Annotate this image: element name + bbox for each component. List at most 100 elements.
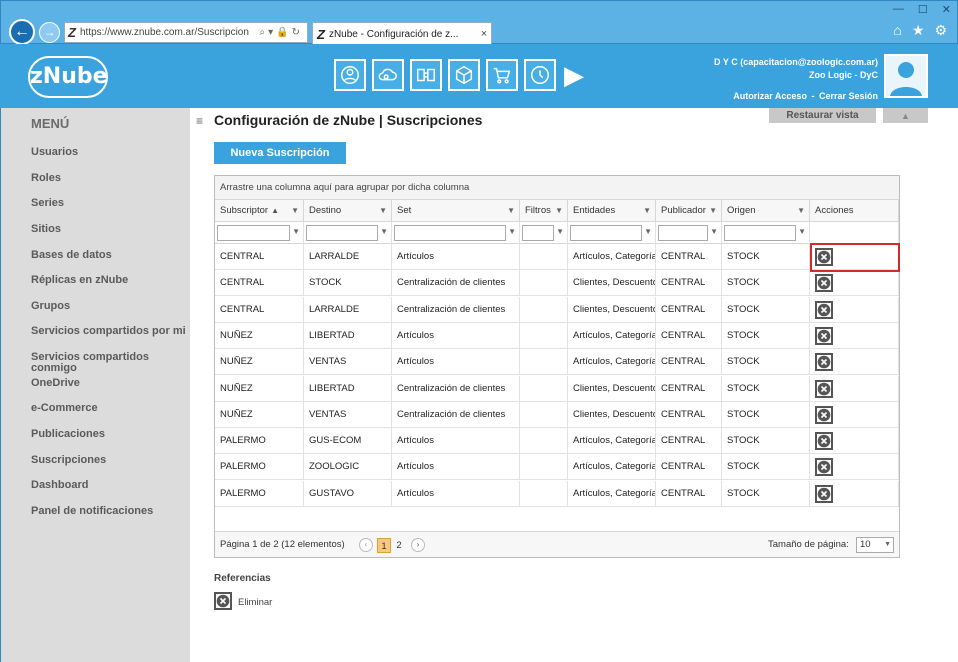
- close-window-button[interactable]: ✕: [942, 3, 951, 16]
- cloud-settings-icon[interactable]: [372, 59, 404, 91]
- back-button[interactable]: ←: [9, 19, 35, 45]
- delete-icon[interactable]: [815, 326, 833, 345]
- sidebar-item-servicios-compartidos-conmigo[interactable]: Servicios compartidos conmigo: [31, 352, 161, 374]
- table-cell: Clientes, Descuentos: [568, 401, 656, 428]
- column-header-entidades[interactable]: Entidades ▼: [568, 200, 656, 222]
- url-text[interactable]: https://www.znube.com.ar/Suscripcion: [80, 27, 260, 38]
- replication-icon[interactable]: [410, 59, 442, 91]
- delete-icon[interactable]: [815, 379, 833, 398]
- sidebar-item-servicios-compartidos-por-mi[interactable]: Servicios compartidos por mi: [31, 326, 191, 337]
- maximize-button[interactable]: ☐: [918, 3, 928, 16]
- table-cell: STOCK: [722, 270, 810, 297]
- column-header-origen[interactable]: Origen ▼: [722, 200, 810, 222]
- restore-view-button[interactable]: Restaurar vista: [769, 108, 876, 123]
- delete-icon[interactable]: [815, 353, 833, 372]
- settings-gear-icon[interactable]: ⚙: [934, 22, 947, 39]
- filter-funnel-icon[interactable]: ▼: [555, 200, 563, 221]
- filter-funnel-icon[interactable]: ▼: [291, 200, 299, 221]
- new-subscription-button[interactable]: Nueva Suscripción: [214, 142, 346, 164]
- sidebar-item-dashboard[interactable]: Dashboard: [31, 480, 191, 491]
- sidebar-item-series[interactable]: Series: [31, 198, 191, 209]
- collapse-chevron-up-icon[interactable]: ▲: [883, 108, 928, 123]
- sidebar-item-usuarios[interactable]: Usuarios: [31, 147, 191, 158]
- filter-funnel-icon[interactable]: ▼: [709, 200, 717, 221]
- table-cell: [520, 322, 568, 349]
- filter-funnel-icon[interactable]: ▼: [644, 227, 652, 236]
- minimize-button[interactable]: —: [893, 3, 904, 16]
- filter-funnel-icon[interactable]: ▼: [556, 227, 564, 236]
- sidebar-item-bases-de-datos[interactable]: Bases de datos: [31, 250, 191, 261]
- column-header-publicador[interactable]: Publicador ▼: [656, 200, 722, 222]
- table-cell: STOCK: [722, 428, 810, 455]
- address-bar[interactable]: Z https://www.znube.com.ar/Suscripcion ⌕…: [64, 22, 308, 43]
- filter-input-destino[interactable]: [306, 225, 378, 241]
- pager-next-icon[interactable]: ›: [411, 538, 425, 552]
- filter-funnel-icon[interactable]: ▼: [508, 227, 516, 236]
- page-size-select[interactable]: 10 ▼: [856, 537, 894, 553]
- delete-icon[interactable]: [815, 458, 833, 477]
- sidebar-item-roles[interactable]: Roles: [31, 173, 191, 184]
- column-header-acciones[interactable]: Acciones: [810, 200, 899, 222]
- sidebar-item-panel-notificaciones[interactable]: Panel de notificaciones: [31, 506, 191, 517]
- table-cell: Artículos, Categorías: [568, 454, 656, 481]
- filter-funnel-icon[interactable]: ▼: [292, 227, 300, 236]
- column-header-label: Filtros: [525, 205, 551, 216]
- filter-funnel-icon[interactable]: ▼: [380, 227, 388, 236]
- filter-funnel-icon[interactable]: ▼: [797, 200, 805, 221]
- sidebar-item-suscripciones[interactable]: Suscripciones: [31, 455, 191, 466]
- delete-icon[interactable]: [815, 405, 833, 424]
- table-cell: NUÑEZ: [215, 401, 304, 428]
- znube-logo[interactable]: zNube: [28, 56, 108, 98]
- home-icon[interactable]: ⌂: [893, 22, 901, 39]
- column-header-filtros[interactable]: Filtros ▼: [520, 200, 568, 222]
- address-bar-icons[interactable]: ⌕▾🔒↻: [260, 27, 307, 38]
- users-module-icon[interactable]: [334, 59, 366, 91]
- authorize-access-link[interactable]: Autorizar Acceso: [733, 91, 807, 101]
- pager-page-1[interactable]: 1: [377, 538, 391, 553]
- shopping-cart-icon[interactable]: [486, 59, 518, 91]
- filter-input-origen[interactable]: [724, 225, 796, 241]
- forward-button[interactable]: →: [39, 22, 60, 43]
- table-cell: Artículos: [392, 349, 520, 376]
- column-header-subscriptor[interactable]: Subscriptor ▲ ▼: [215, 200, 304, 222]
- logout-link[interactable]: Cerrar Sesión: [819, 91, 878, 101]
- pager-page-2[interactable]: 2: [392, 538, 406, 553]
- next-arrow-icon[interactable]: ▶: [564, 59, 584, 91]
- filter-funnel-icon[interactable]: ▼: [643, 200, 651, 221]
- delete-icon[interactable]: [815, 432, 833, 451]
- column-header-label: Set: [397, 205, 412, 216]
- delete-icon[interactable]: [815, 274, 833, 293]
- filter-funnel-icon[interactable]: ▼: [710, 227, 718, 236]
- delete-icon[interactable]: [815, 300, 833, 319]
- sidebar-item-replicas[interactable]: Réplicas en zNube: [31, 275, 191, 286]
- tab-close-icon[interactable]: ×: [477, 28, 491, 40]
- link-separator: -: [811, 91, 815, 101]
- favorites-star-icon[interactable]: ★: [912, 22, 925, 39]
- column-header-set[interactable]: Set ▼: [392, 200, 520, 222]
- sidebar-item-ecommerce[interactable]: e-Commerce: [31, 403, 191, 414]
- filter-funnel-icon[interactable]: ▼: [507, 200, 515, 221]
- avatar[interactable]: [884, 54, 928, 98]
- delete-icon[interactable]: [815, 484, 833, 503]
- browser-tab[interactable]: Z zNube - Configuración de z... ×: [312, 22, 492, 45]
- sidebar-item-grupos[interactable]: Grupos: [31, 301, 191, 312]
- filter-input-publicador[interactable]: [658, 225, 708, 241]
- sidebar-item-publicaciones[interactable]: Publicaciones: [31, 429, 191, 440]
- group-by-panel[interactable]: Arrastre una columna aquí para agrupar p…: [215, 176, 899, 200]
- table-cell: STOCK: [722, 296, 810, 323]
- table-cell: STOCK: [722, 401, 810, 428]
- package-cube-icon[interactable]: [448, 59, 480, 91]
- filter-input-entidades[interactable]: [570, 225, 642, 241]
- clock-icon[interactable]: [524, 59, 556, 91]
- filter-input-filtros[interactable]: [522, 225, 554, 241]
- sidebar-item-onedrive[interactable]: OneDrive: [31, 378, 191, 389]
- filter-input-set[interactable]: [394, 225, 506, 241]
- filter-input-subscriptor[interactable]: [217, 225, 290, 241]
- sort-asc-icon[interactable]: ▲: [271, 206, 279, 215]
- filter-funnel-icon[interactable]: ▼: [798, 227, 806, 236]
- hamburger-menu-icon[interactable]: ≡: [196, 114, 203, 128]
- filter-funnel-icon[interactable]: ▼: [379, 200, 387, 221]
- sidebar-item-sitios[interactable]: Sitios: [31, 224, 191, 235]
- column-header-destino[interactable]: Destino ▼: [304, 200, 392, 222]
- pager-prev-icon[interactable]: ‹: [359, 538, 373, 552]
